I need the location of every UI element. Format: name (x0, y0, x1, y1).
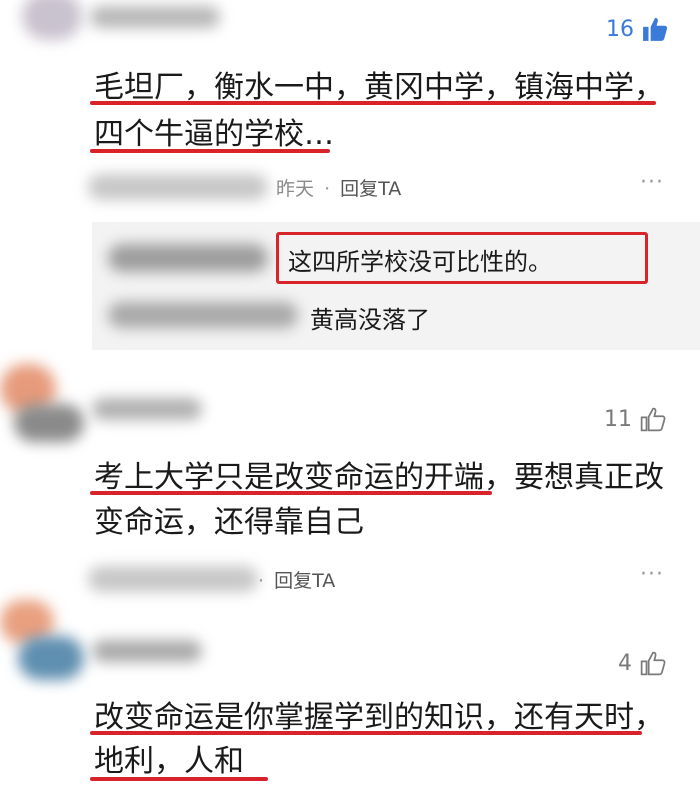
reply-username-blurred (108, 244, 268, 272)
highlight-underline (90, 777, 268, 781)
username-blurred (88, 566, 258, 592)
more-dots-icon[interactable]: ··· (640, 170, 664, 195)
avatar[interactable] (22, 0, 82, 40)
like-count: 16 (606, 16, 634, 42)
thumbs-up-icon (640, 651, 666, 676)
highlight-underline (90, 491, 492, 495)
comment-meta: 昨天 · 回复TA (276, 174, 401, 201)
reply-button[interactable]: 回复TA (340, 178, 401, 200)
comment-text-line: 四个牛逼的学校… (94, 117, 334, 152)
comment-meta: · 回复TA (254, 566, 335, 593)
like-button[interactable]: 4 (618, 650, 666, 676)
comment-text-line: 地利，人和 (94, 744, 244, 779)
username-blurred (88, 174, 268, 200)
reply-text: 这四所学校没可比性的。 (288, 248, 552, 276)
reply-panel: 这四所学校没可比性的。 黄高没落了 (92, 222, 700, 350)
username-blurred[interactable] (92, 640, 202, 662)
username-blurred[interactable] (92, 398, 202, 420)
username-blurred[interactable] (90, 6, 220, 28)
highlight-underline (90, 731, 642, 735)
timestamp: 昨天 (276, 178, 315, 200)
highlight-underline (90, 101, 656, 105)
like-count: 4 (618, 650, 632, 676)
reply-button[interactable]: 回复TA (274, 570, 335, 592)
separator-dot: · (324, 178, 331, 200)
like-button[interactable]: 16 (606, 16, 668, 42)
thumbs-up-icon (643, 18, 668, 41)
more-dots-icon[interactable]: ··· (640, 562, 664, 587)
separator-dot: · (258, 570, 265, 592)
reply-username-blurred (108, 302, 298, 328)
comment-text-line: 变命运，还得靠自己 (94, 505, 364, 540)
like-button[interactable]: 11 (604, 406, 666, 432)
reply-text: 黄高没落了 (310, 306, 430, 334)
avatar (18, 636, 84, 680)
highlight-underline (90, 149, 330, 153)
thumbs-up-icon (640, 407, 666, 432)
like-count: 11 (604, 406, 632, 432)
avatar (14, 404, 84, 442)
